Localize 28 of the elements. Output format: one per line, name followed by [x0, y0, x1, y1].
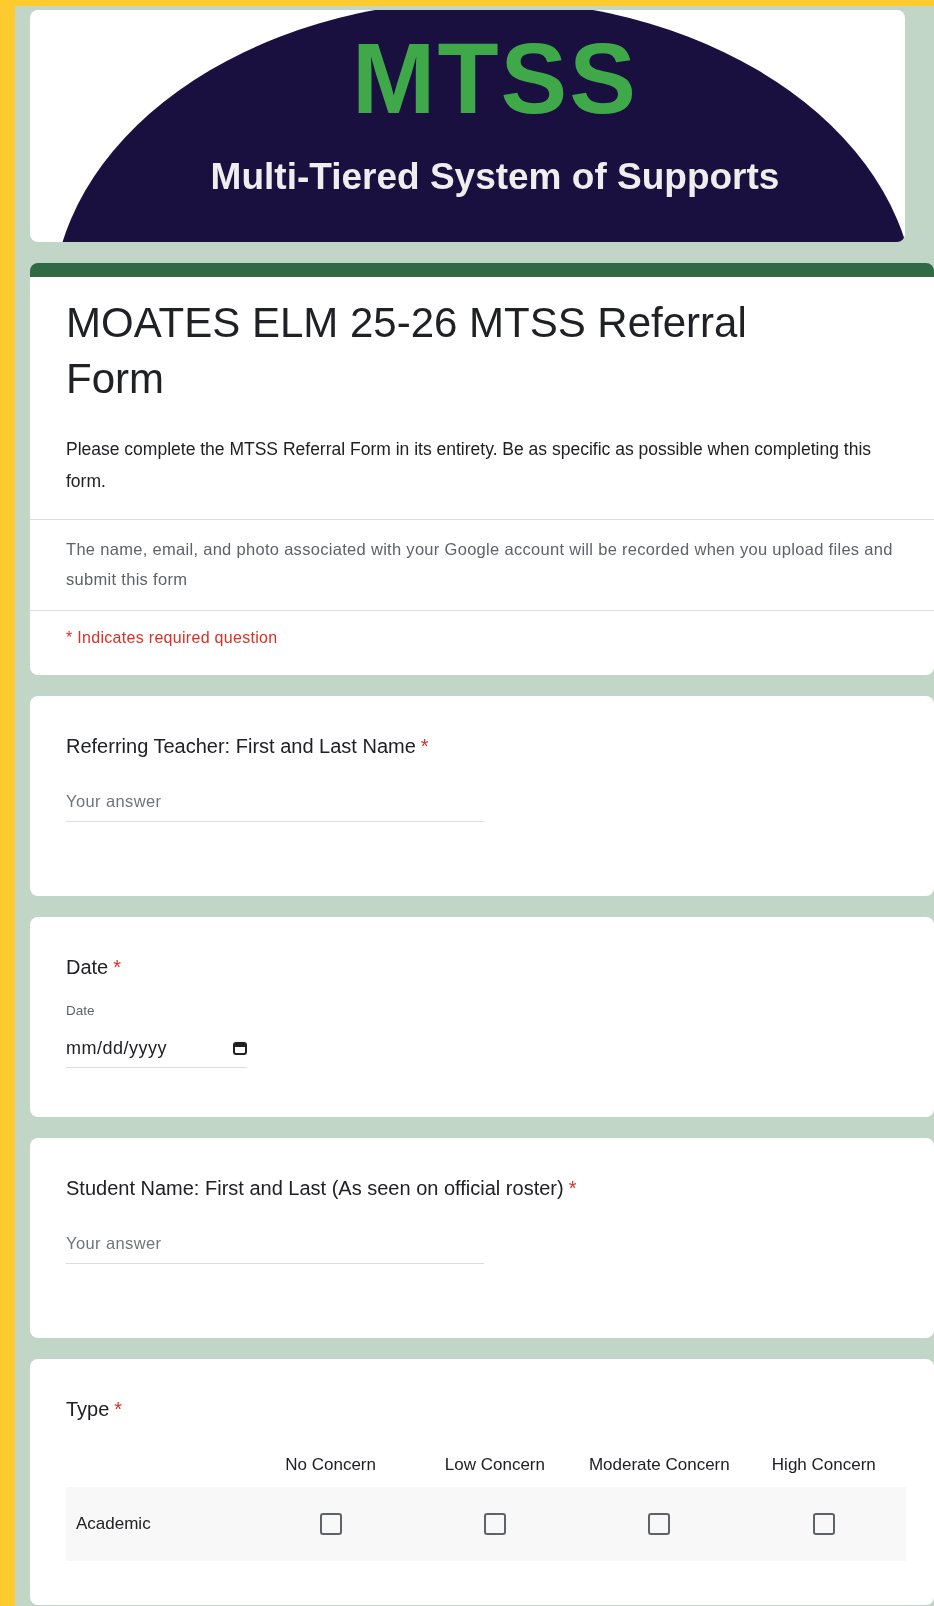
question-label: Type — [66, 1398, 110, 1420]
checkbox[interactable] — [648, 1513, 671, 1535]
date-field[interactable]: mm/dd/yyyy — [66, 1038, 247, 1068]
account-notice: The name, email, and photo associated with your Google account will be recorded when you upload files and submit this form — [30, 519, 934, 611]
column-header: Moderate Concern — [577, 1449, 742, 1487]
answer-field[interactable]: Your answer — [66, 792, 484, 822]
required-note: * Indicates required question — [65, 628, 279, 648]
column-header: Low Concern — [412, 1449, 578, 1487]
required-mark: * — [114, 1398, 123, 1420]
logo-subtitle: Multi-Tiered System of Supports — [209, 156, 781, 198]
form-title: MOATES ELM 25-26 MTSS Referral Form — [65, 298, 748, 404]
row-label: Academic — [76, 1514, 151, 1533]
checkbox[interactable] — [319, 1513, 342, 1535]
question-label: Student Name: First and Last (As seen on official roster) — [66, 1177, 564, 1199]
required-mark: * — [113, 956, 122, 978]
checkbox[interactable] — [483, 1513, 506, 1535]
checkbox[interactable] — [812, 1513, 835, 1535]
logo-title: MTSS — [351, 28, 639, 128]
column-header: High Concern — [741, 1449, 906, 1487]
field-label: Date — [66, 1003, 96, 1018]
column-header: No Concern — [248, 1449, 413, 1487]
question-label: Date — [66, 956, 109, 978]
form-description: Please complete the MTSS Referral Form in its entirety. Be as specific as possible when completing this form. — [65, 438, 873, 493]
answer-field[interactable]: Your answer — [66, 1234, 484, 1264]
required-mark: * — [568, 1177, 577, 1199]
calendar-icon[interactable] — [233, 1042, 247, 1055]
question-label: Referring Teacher: First and Last Name — [66, 735, 416, 757]
required-mark: * — [420, 735, 429, 757]
